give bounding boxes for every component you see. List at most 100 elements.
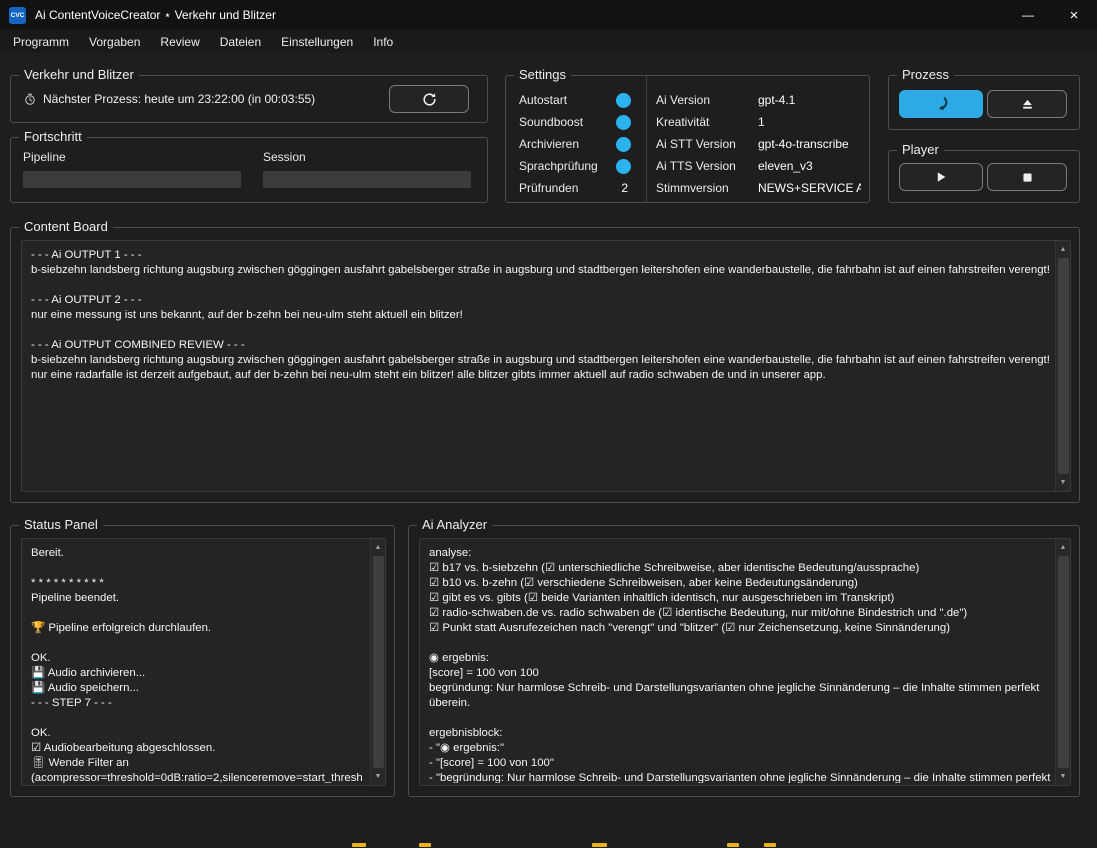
content-board-text: - - - Ai OUTPUT 1 - - - b-siebzehn lands… bbox=[31, 248, 1052, 489]
ai-analyzer-scrollbar[interactable]: ▲ ▼ bbox=[1055, 539, 1070, 785]
settings-toggle-column: Autostart Soundboost Archivieren Sprachp… bbox=[519, 89, 631, 199]
titlebar: CVC Ai ContentVoiceCreator ⋆ Verkehr und… bbox=[0, 0, 1097, 30]
setting-row-soundboost: Soundboost bbox=[519, 111, 631, 133]
scroll-down-icon[interactable]: ▼ bbox=[371, 769, 385, 784]
reload-icon bbox=[421, 91, 438, 108]
group-verkehr-und-blitzer: Verkehr und Blitzer Nächster Prozess: he… bbox=[10, 75, 488, 123]
play-icon bbox=[934, 170, 948, 184]
close-button[interactable]: × bbox=[1051, 0, 1097, 30]
scrollbar-thumb[interactable] bbox=[373, 556, 384, 768]
group-title-status-panel: Status Panel bbox=[19, 517, 103, 532]
kreativitaet-value: 1 bbox=[758, 115, 861, 129]
stimmversion-value: NEWS+SERVICE AN bbox=[758, 181, 861, 195]
taskbar-peek-icon bbox=[592, 843, 607, 847]
setting-row-sprachpruefung: Sprachprüfung bbox=[519, 155, 631, 177]
minimize-button[interactable]: — bbox=[1005, 0, 1051, 30]
scroll-up-icon[interactable]: ▲ bbox=[1056, 242, 1070, 257]
status-panel-textarea[interactable]: Bereit. * * * * * * * * * * Pipeline bee… bbox=[21, 538, 386, 786]
scrollbar-thumb[interactable] bbox=[1058, 556, 1069, 768]
stop-button[interactable] bbox=[987, 163, 1067, 191]
group-title-fortschritt: Fortschritt bbox=[19, 129, 87, 144]
eject-icon bbox=[1020, 97, 1035, 112]
app-window: CVC Ai ContentVoiceCreator ⋆ Verkehr und… bbox=[0, 0, 1097, 848]
setting-row-autostart: Autostart bbox=[519, 89, 631, 111]
setting-row-pruefrunden: Prüfrunden 2 bbox=[519, 177, 631, 199]
ai-analyzer-text: analyse: ☑ b17 vs. b-siebzehn (☑ untersc… bbox=[429, 546, 1052, 783]
group-ai-analyzer: Ai Analyzer analyse: ☑ b17 vs. b-siebzeh… bbox=[408, 525, 1080, 797]
next-process-text: Nächster Prozess: heute um 23:22:00 (in … bbox=[43, 92, 315, 106]
session-progressbar bbox=[263, 171, 471, 188]
setting-row-ai-version: Ai Version gpt-4.1 bbox=[656, 89, 861, 111]
menu-item-dateien[interactable]: Dateien bbox=[210, 33, 271, 51]
setting-row-archivieren: Archivieren bbox=[519, 133, 631, 155]
start-process-button[interactable] bbox=[899, 90, 983, 118]
archivieren-label: Archivieren bbox=[519, 137, 579, 151]
settings-divider bbox=[646, 76, 647, 202]
soundboost-label: Soundboost bbox=[519, 115, 583, 129]
close-icon: × bbox=[1070, 7, 1079, 24]
scroll-up-icon[interactable]: ▲ bbox=[371, 540, 385, 555]
minimize-icon: — bbox=[1022, 8, 1034, 22]
archivieren-toggle[interactable] bbox=[616, 137, 631, 152]
content-board-scrollbar[interactable]: ▲ ▼ bbox=[1055, 241, 1070, 491]
stimmversion-label: Stimmversion bbox=[656, 181, 758, 195]
group-prozess: Prozess bbox=[888, 75, 1080, 130]
session-label: Session bbox=[263, 150, 306, 164]
setting-row-tts-version: Ai TTS Version eleven_v3 bbox=[656, 155, 861, 177]
menu-item-programm[interactable]: Programm bbox=[3, 33, 79, 51]
taskbar-peek-icon bbox=[419, 843, 431, 847]
tts-version-label: Ai TTS Version bbox=[656, 159, 758, 173]
soundboost-toggle[interactable] bbox=[616, 115, 631, 130]
group-title-player: Player bbox=[897, 142, 944, 157]
reload-process-button[interactable] bbox=[389, 85, 469, 113]
kreativitaet-label: Kreativität bbox=[656, 115, 758, 129]
taskbar-peek-icon bbox=[352, 843, 366, 847]
app-logo-text: CVC bbox=[11, 12, 25, 19]
pruefrunden-label: Prüfrunden bbox=[519, 181, 578, 195]
run-process-icon bbox=[932, 95, 950, 113]
status-panel-text: Bereit. * * * * * * * * * * Pipeline bee… bbox=[31, 546, 367, 783]
eject-button[interactable] bbox=[987, 90, 1067, 118]
stt-version-value: gpt-4o-transcribe bbox=[758, 137, 861, 151]
play-button[interactable] bbox=[899, 163, 983, 191]
taskbar-peek-icon bbox=[727, 843, 739, 847]
taskbar-peek-icon bbox=[764, 843, 776, 847]
group-status-panel: Status Panel Bereit. * * * * * * * * * *… bbox=[10, 525, 395, 797]
group-settings: Settings Autostart Soundboost Archiviere… bbox=[505, 75, 870, 203]
autostart-label: Autostart bbox=[519, 93, 567, 107]
group-content-board: Content Board - - - Ai OUTPUT 1 - - - b-… bbox=[10, 227, 1080, 503]
group-title-prozess: Prozess bbox=[897, 67, 954, 82]
sprachpruefung-label: Sprachprüfung bbox=[519, 159, 598, 173]
clock-icon bbox=[24, 93, 36, 106]
settings-value-column: Ai Version gpt-4.1 Kreativität 1 Ai STT … bbox=[656, 89, 861, 199]
app-logo-icon: CVC bbox=[9, 7, 26, 24]
stt-version-label: Ai STT Version bbox=[656, 137, 758, 151]
menubar: Programm Vorgaben Review Dateien Einstel… bbox=[0, 30, 1097, 53]
pipeline-label: Pipeline bbox=[23, 150, 66, 164]
menu-item-einstellungen[interactable]: Einstellungen bbox=[271, 33, 363, 51]
scroll-down-icon[interactable]: ▼ bbox=[1056, 769, 1070, 784]
setting-row-kreativitaet: Kreativität 1 bbox=[656, 111, 861, 133]
status-panel-scrollbar[interactable]: ▲ ▼ bbox=[370, 539, 385, 785]
stop-icon bbox=[1021, 171, 1034, 184]
scroll-down-icon[interactable]: ▼ bbox=[1056, 475, 1070, 490]
menu-item-vorgaben[interactable]: Vorgaben bbox=[79, 33, 150, 51]
menu-item-review[interactable]: Review bbox=[150, 33, 209, 51]
content-board-textarea[interactable]: - - - Ai OUTPUT 1 - - - b-siebzehn lands… bbox=[21, 240, 1071, 492]
pipeline-progressbar bbox=[23, 171, 241, 188]
ai-analyzer-textarea[interactable]: analyse: ☑ b17 vs. b-siebzehn (☑ untersc… bbox=[419, 538, 1071, 786]
menu-item-info[interactable]: Info bbox=[363, 33, 403, 51]
ai-version-label: Ai Version bbox=[656, 93, 758, 107]
window-title: Ai ContentVoiceCreator ⋆ Verkehr und Bli… bbox=[35, 8, 276, 22]
scrollbar-thumb[interactable] bbox=[1058, 258, 1069, 474]
sprachpruefung-toggle[interactable] bbox=[616, 159, 631, 174]
next-process-row: Nächster Prozess: heute um 23:22:00 (in … bbox=[24, 76, 315, 122]
pruefrunden-value: 2 bbox=[621, 181, 628, 195]
window-controls: — × bbox=[1005, 0, 1097, 30]
tts-version-value: eleven_v3 bbox=[758, 159, 861, 173]
setting-row-stimmversion: Stimmversion NEWS+SERVICE AN bbox=[656, 177, 861, 199]
group-title-settings: Settings bbox=[514, 67, 571, 82]
scroll-up-icon[interactable]: ▲ bbox=[1056, 540, 1070, 555]
autostart-toggle[interactable] bbox=[616, 93, 631, 108]
group-title-content-board: Content Board bbox=[19, 219, 113, 234]
